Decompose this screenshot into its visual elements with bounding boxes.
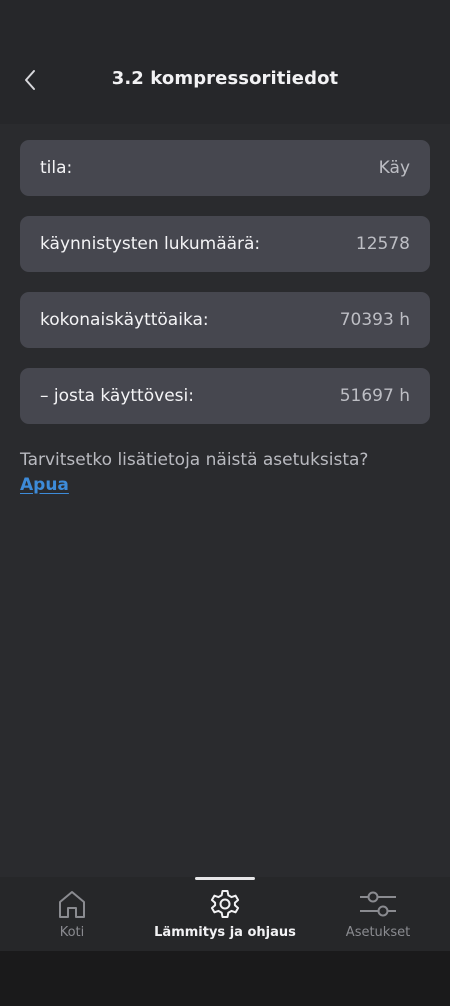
row-value: Käy xyxy=(378,158,410,178)
row-label: käynnistysten lukumäärä: xyxy=(40,234,261,254)
row-value: 51697 h xyxy=(339,386,410,406)
row-label: tila: xyxy=(40,158,73,178)
row-value: 70393 h xyxy=(339,310,410,330)
system-navigation-bar xyxy=(0,951,450,1006)
header: 3.2 kompressoritiedot xyxy=(0,0,450,124)
row-label: kokonaiskäyttöaika: xyxy=(40,310,209,330)
row-label: – josta käyttövesi: xyxy=(40,386,194,406)
page-title: 3.2 kompressoritiedot xyxy=(111,68,339,89)
sliders-icon xyxy=(360,891,396,917)
info-row-total-runtime: kokonaiskäyttöaika: 70393 h xyxy=(20,292,430,348)
help-text: Tarvitsetko lisätietoja näistä asetuksis… xyxy=(20,450,369,470)
info-row-hot-water-runtime: – josta käyttövesi: 51697 h xyxy=(20,368,430,424)
bottom-nav: Koti Lämmitys ja ohjaus Asetukset xyxy=(0,877,450,951)
nav-label: Lämmitys ja ohjaus xyxy=(154,925,296,940)
row-value: 12578 xyxy=(355,234,410,254)
nav-item-settings[interactable]: Asetukset xyxy=(328,877,428,951)
help-link[interactable]: Apua xyxy=(20,472,69,498)
gear-icon xyxy=(210,890,240,918)
nav-label: Asetukset xyxy=(345,925,411,940)
screen: 3.2 kompressoritiedot tila: Käy käynnist… xyxy=(0,0,450,1006)
help-section: Tarvitsetko lisätietoja näistä asetuksis… xyxy=(20,448,430,498)
nav-label: Koti xyxy=(59,925,85,940)
nav-item-heating-control[interactable]: Lämmitys ja ohjaus xyxy=(140,877,310,951)
info-row-start-count: käynnistysten lukumäärä: 12578 xyxy=(20,216,430,272)
info-row-status: tila: Käy xyxy=(20,140,430,196)
info-list: tila: Käy käynnistysten lukumäärä: 12578… xyxy=(20,140,430,444)
nav-item-home[interactable]: Koti xyxy=(32,877,112,951)
home-icon xyxy=(59,891,85,918)
